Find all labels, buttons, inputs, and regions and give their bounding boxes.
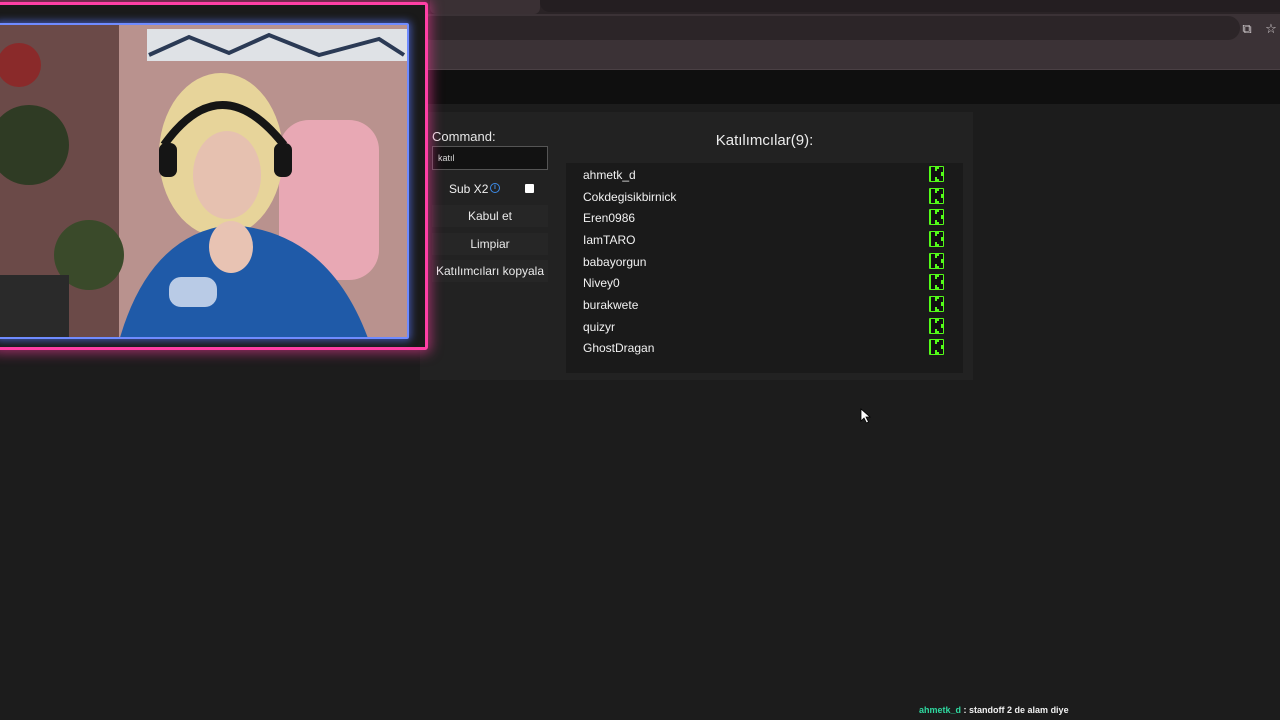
kick-icon: [929, 166, 944, 182]
participant-name: Nivey0: [583, 276, 620, 290]
command-input[interactable]: [432, 146, 548, 170]
chat-text: : standoff 2 de alam diye: [963, 705, 1069, 715]
participant-name: IamTARO: [583, 233, 636, 247]
list-item[interactable]: Cokdegisikbirnick: [566, 186, 963, 207]
browser-tab[interactable]: [430, 0, 540, 14]
kick-icon: [929, 339, 944, 355]
participants-list: ahmetk_d Cokdegisikbirnick Eren0986 IamT…: [566, 163, 963, 373]
list-item[interactable]: IamTARO: [566, 229, 963, 250]
mouse-cursor-icon: [860, 408, 872, 424]
list-item[interactable]: Eren0986: [566, 207, 963, 228]
list-item[interactable]: babayorgun: [566, 251, 963, 272]
list-item[interactable]: burakwete: [566, 294, 963, 315]
webcam-scene: [0, 25, 407, 337]
participant-name: ahmetk_d: [583, 168, 636, 182]
info-icon[interactable]: i: [490, 183, 500, 193]
webcam-overlay: [0, 2, 428, 350]
kick-icon: [929, 231, 944, 247]
participants-title: Katılımcılar(9):: [715, 132, 814, 149]
list-item[interactable]: GhostDragan: [566, 337, 963, 358]
accept-button[interactable]: Kabul et: [432, 205, 548, 227]
participant-name: quizyr: [583, 320, 616, 334]
star-icon[interactable]: ☆: [1262, 20, 1280, 38]
kick-icon: [929, 188, 944, 204]
chat-message: ahmetk_d : standoff 2 de alam diye: [919, 705, 1069, 715]
kick-icon: [929, 209, 944, 225]
participant-name: GhostDragan: [583, 341, 655, 355]
list-item[interactable]: quizyr: [566, 316, 963, 337]
command-label: Command:: [432, 129, 496, 144]
participant-name: babayorgun: [583, 255, 647, 269]
participant-name: Eren0986: [583, 211, 636, 225]
kick-icon: [929, 296, 944, 312]
kick-icon: [929, 274, 944, 290]
address-bar[interactable]: [420, 16, 1240, 40]
copy-participants-button[interactable]: Katılımcıları kopyala: [432, 260, 548, 282]
webcam-video: [0, 23, 409, 339]
translate-icon[interactable]: ⧉: [1238, 20, 1256, 38]
participant-name: burakwete: [583, 298, 639, 312]
kick-icon: [929, 318, 944, 334]
chat-username[interactable]: ahmetk_d: [919, 705, 961, 715]
browser-tab-area: [540, 0, 1280, 12]
participant-name: Cokdegisikbirnick: [583, 190, 677, 204]
list-item[interactable]: ahmetk_d: [566, 164, 963, 185]
clear-button[interactable]: Limpiar: [432, 233, 548, 255]
list-item[interactable]: Nivey0: [566, 272, 963, 293]
sub-x2-label: Sub X2: [449, 182, 489, 196]
kick-icon: [929, 253, 944, 269]
sub-x2-checkbox[interactable]: [525, 184, 534, 193]
sub-x2-row: Sub X2 i: [432, 178, 548, 200]
